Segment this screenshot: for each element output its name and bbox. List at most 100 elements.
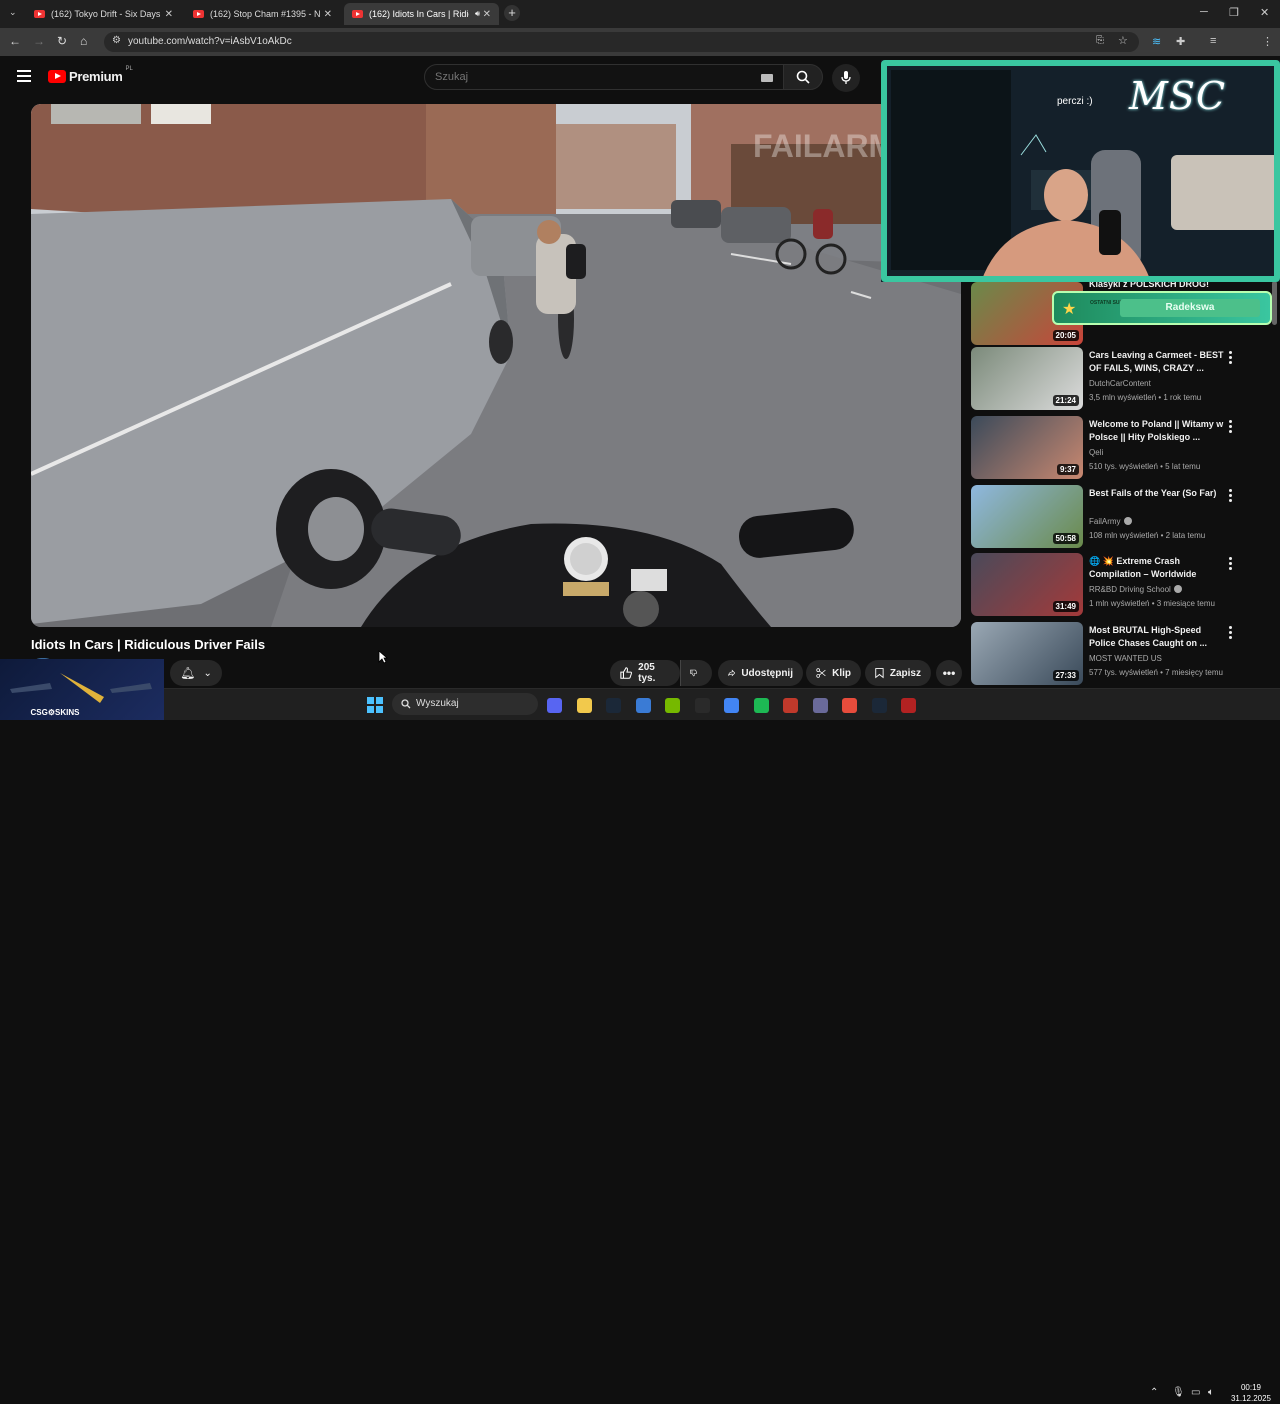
channel-name: DutchCarContent [1089,379,1151,388]
youtube-play-icon [48,70,66,83]
recommended-video-title[interactable]: Welcome to Poland || Witamy w Polsce || … [1089,418,1224,444]
app3-taskbar-icon[interactable] [842,698,857,713]
forward-icon[interactable]: → [33,34,45,48]
new-tab-button[interactable]: + [504,5,520,21]
recommended-channel[interactable]: MOST WANTED US [1089,654,1162,663]
tab-audio-icon[interactable]: 🔊︎ [475,9,480,19]
tab-close-icon[interactable]: ✕ [165,9,173,20]
bookmark-star-icon[interactable]: ☆ [1118,34,1128,47]
windows-taskbar: ⌃ 🎙︎ ▭ 🔈︎ 00:19 31.12.2025 [0,688,1280,1403]
terminal-taskbar-icon[interactable] [694,698,710,713]
more-vertical-icon[interactable] [1229,351,1233,366]
reload-icon[interactable]: ↻ [57,34,67,48]
browser-tab[interactable]: (162) Stop Cham #1395 - Niebo ✕ [185,3,340,25]
video-thumbnail[interactable]: 21:24 [971,347,1083,410]
install-app-icon[interactable]: ⎘ [1096,35,1104,46]
video-watermark: FAILARM [753,128,896,164]
chrome-taskbar-icon[interactable] [724,698,739,713]
home-icon[interactable]: ⌂ [80,34,87,48]
sidebar-scrollbar[interactable] [1272,281,1277,325]
file-explorer-taskbar-icon[interactable] [576,698,592,713]
mic-tray-icon[interactable]: 🎙︎ [1172,1387,1185,1398]
windows-start-icon[interactable] [367,697,383,713]
youtube-favicon-icon [193,10,204,18]
display-tray-icon[interactable]: ▭ [1191,1387,1200,1398]
video-thumbnail[interactable]: 9:37 [971,416,1083,479]
share-icon [728,669,736,677]
minimize-icon[interactable]: ─ [1200,6,1208,18]
recommended-channel[interactable]: RR&BD Driving School [1089,585,1182,594]
clip-button[interactable]: Klip [806,660,861,686]
recommended-video[interactable]: 31:49 🌐 💥 Extreme Crash Compilation – Wor… [971,553,1261,617]
media-control-icon[interactable]: ≡ [1210,35,1216,47]
system-clock[interactable]: 00:19 31.12.2025 [1228,1382,1274,1404]
discord-taskbar-icon[interactable] [547,698,562,713]
search-box [424,64,784,90]
url-bar[interactable]: ⚙ youtube.com/watch?v=iAsbV1oAkDc ⎘ ☆ [104,32,1139,52]
browser-tab[interactable]: (162) Idiots In Cars | Ridicul 🔊︎ ✕ [344,3,499,25]
search-input[interactable] [435,71,735,83]
taskbar-search-label: Wyszukaj [416,698,459,709]
back-icon[interactable]: ← [9,34,21,48]
stream-webcam-overlay: perczi :) MSC [881,60,1280,282]
mouse-cursor-icon [378,650,388,664]
steam-taskbar-icon[interactable] [606,698,621,713]
video-thumbnail[interactable]: 31:49 [971,553,1083,616]
more-actions-button[interactable]: ••• [936,660,962,686]
search-button[interactable] [783,64,823,90]
tab-close-icon[interactable]: ✕ [324,9,332,20]
verified-icon [1173,585,1182,593]
recommended-video-title[interactable]: Most BRUTAL High-Speed Police Chases Cau… [1089,624,1224,650]
recommended-video[interactable]: 9:37 Welcome to Poland || Witamy w Polsce… [971,416,1261,480]
like-button[interactable]: 205 tys. [610,660,680,686]
app-taskbar-icon[interactable] [635,698,651,713]
site-info-icon[interactable]: ⚙ [112,35,121,46]
restore-icon[interactable]: ❐ [1229,6,1239,19]
tab-close-icon[interactable]: ✕ [483,9,491,20]
recommended-video[interactable]: 27:33 Most BRUTAL High-Speed Police Chase… [971,622,1261,686]
video-thumbnail[interactable]: 27:33 [971,622,1083,685]
extension-icon[interactable]: ≋ [1152,35,1161,48]
nvidia-taskbar-icon[interactable] [665,698,680,713]
notification-settings-button[interactable]: 🔔︎ ⌄ [170,660,222,686]
browser-tab[interactable]: (162) Tokyo Drift - Six Days (4K) ✕ [26,3,181,25]
more-vertical-icon[interactable] [1229,420,1233,435]
recommended-video-title[interactable]: Cars Leaving a Carmeet - BEST OF FAILS, … [1089,349,1224,375]
recommended-channel[interactable]: DutchCarContent [1089,379,1151,388]
recommended-video[interactable]: 50:58 Best Fails of the Year (So Far) Fail… [971,485,1261,549]
star-icon: ★ [1062,301,1077,318]
shield-taskbar-icon[interactable] [901,698,916,713]
tab-list-chevron-icon[interactable]: ⌄ [9,7,17,18]
spreadsheet-taskbar-icon[interactable] [753,698,769,713]
recommended-video-title[interactable]: 🌐 💥 Extreme Crash Compilation – Worldwid… [1089,555,1224,581]
browser-menu-icon[interactable]: ⋮ [1262,35,1273,48]
save-button[interactable]: Zapisz [865,660,931,686]
video-duration: 27:33 [1052,670,1079,681]
microphone-icon [841,71,851,84]
keyboard-icon[interactable] [761,74,773,82]
logo-region: PL [125,65,133,72]
media-taskbar-icon[interactable] [783,698,798,713]
steam2-taskbar-icon[interactable] [871,698,887,713]
app2-taskbar-icon[interactable] [812,698,828,713]
voice-search-button[interactable] [832,64,860,92]
extensions-puzzle-icon[interactable]: ✚ [1176,35,1185,48]
more-vertical-icon[interactable] [1229,557,1233,572]
recommended-video-title[interactable]: Best Fails of the Year (So Far) [1089,487,1224,500]
recommended-channel[interactable]: FailArmy [1089,517,1132,526]
hamburger-menu-icon[interactable] [17,70,31,82]
video-thumbnail[interactable]: 50:58 [971,485,1083,548]
more-vertical-icon[interactable] [1229,489,1233,504]
dislike-button[interactable] [680,660,712,686]
tray-chevron-icon[interactable]: ⌃ [1150,1387,1158,1398]
more-vertical-icon[interactable] [1229,626,1233,641]
taskbar-search[interactable]: Wyszukaj [392,693,538,715]
youtube-premium-logo[interactable]: Premium PL [48,65,133,84]
volume-icon[interactable]: 🔈︎ [1208,1387,1214,1398]
share-button[interactable]: Udostępnij [718,660,803,686]
video-player[interactable]: FAILARM [31,104,961,627]
recommended-video[interactable]: 21:24 Cars Leaving a Carmeet - BEST OF FA… [971,347,1261,411]
recommended-channel[interactable]: Qeli [1089,448,1103,457]
youtube-favicon-icon [352,10,363,18]
close-window-icon[interactable]: ✕ [1260,6,1269,19]
